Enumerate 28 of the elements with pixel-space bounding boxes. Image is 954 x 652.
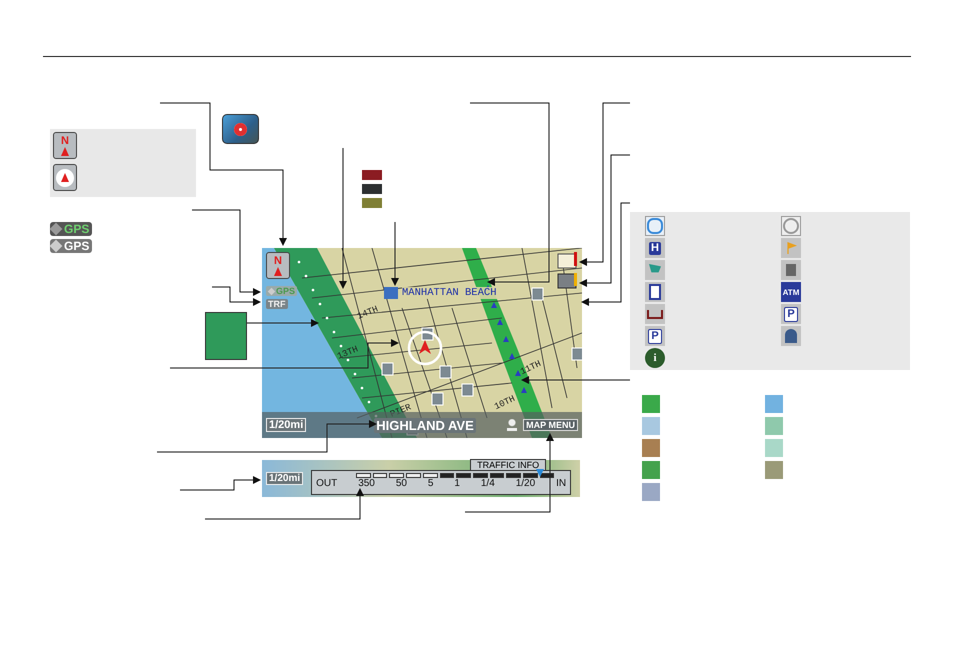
street-label: PIER [388,402,413,420]
scale-tick-label: OUT [316,478,338,490]
street-label: 14TH [356,304,380,322]
gps-off-indicator: GPS [50,239,92,253]
scale-tick-label: 350 [358,478,375,490]
scale-label: 1/20mi [266,418,306,432]
gps-on-indicator: GPS [50,222,92,236]
scale-tick-label: 5 [428,478,434,490]
scale-label: 1/20mi [266,472,304,485]
gps-indicator: GPS [266,286,298,296]
scale-tick-label: IN [556,478,566,490]
place-name: MANHATTAN BEACH [402,287,497,299]
traffic-indicator: TRF [266,299,288,309]
parking-garage-icon: P [645,326,665,346]
street-label: 10TH [492,394,517,412]
north-up-icon: N [53,132,77,159]
street-label: 13TH [336,344,360,362]
scale-tick-label: 1 [454,478,460,490]
scale-tick-label: 50 [396,478,407,490]
info-icon: i [645,348,665,368]
scale-tick-label: 1/4 [480,478,495,490]
scale-tick-label: 1/20 [516,478,536,490]
hospital-icon: H [645,238,665,258]
atm-icon: ATM [781,282,801,302]
map-menu-button[interactable]: MAP MENU [523,419,578,431]
street-label: 11TH [518,358,543,378]
traffic-info-title: TRAFFIC INFO [470,459,546,470]
parking-icon: P [781,304,801,324]
